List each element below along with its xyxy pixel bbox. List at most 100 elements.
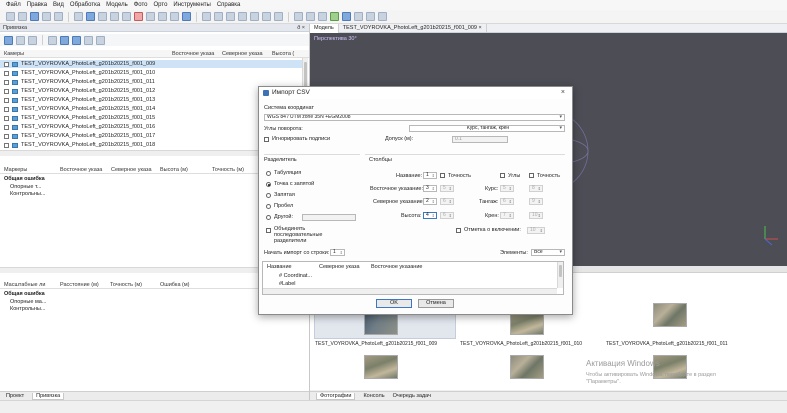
grid-icon[interactable] <box>202 12 211 21</box>
close-icon[interactable]: × <box>561 87 565 99</box>
col-error[interactable]: Ошибка (м) <box>160 281 189 289</box>
camera-checkbox[interactable] <box>4 133 9 139</box>
settings-icon[interactable] <box>84 35 93 45</box>
tab-reference[interactable]: Привязка <box>32 392 65 400</box>
ok-button[interactable]: OK <box>376 299 412 308</box>
north-column-spinner[interactable]: 2 ⇕ <box>423 198 437 205</box>
angles-checkbox[interactable] <box>500 173 505 178</box>
roll-spinner[interactable]: 7 ⇕ <box>500 212 514 219</box>
camera-row[interactable]: TEST_VOYROVKA_PhotoLeft_g201b20215_f001_… <box>0 123 302 131</box>
delimiter-space-radio[interactable] <box>266 204 271 209</box>
camera-checkbox[interactable] <box>4 79 9 85</box>
mesh-icon[interactable] <box>226 12 235 21</box>
enabled-flag-spinner[interactable]: 10 ⇕ <box>527 227 545 234</box>
tools-icon[interactable] <box>96 35 105 45</box>
col-scalebars[interactable]: Масштабные ли <box>4 281 45 289</box>
control-points-item[interactable]: Опорные т... <box>4 184 45 192</box>
camera-row[interactable]: TEST_VOYROVKA_PhotoLeft_g201b20215_f001_… <box>0 96 302 104</box>
tab-photos[interactable]: Фотографии <box>316 392 356 400</box>
view-icon[interactable] <box>342 12 351 21</box>
col-cameras[interactable]: Камеры <box>4 50 24 58</box>
dem-icon[interactable] <box>262 12 271 21</box>
preview-hscrollbar[interactable] <box>263 288 557 294</box>
menu-view[interactable]: Вид <box>53 2 64 8</box>
tab-photo[interactable]: TEST_VOYROVKA_PhotoLeft_g201b20215_f001_… <box>339 23 487 33</box>
texture-icon[interactable] <box>238 12 247 21</box>
col-north[interactable]: Северное указа <box>222 50 263 58</box>
accuracy-checkbox[interactable] <box>440 173 445 178</box>
photo-thumbnail[interactable] <box>653 303 687 327</box>
point-cloud-icon[interactable] <box>214 12 223 21</box>
camera-row[interactable]: TEST_VOYROVKA_PhotoLeft_g201b20215_f001_… <box>0 141 302 149</box>
name-column-spinner[interactable]: 1 ⇕ <box>423 172 437 179</box>
menu-help[interactable]: Справка <box>217 2 241 8</box>
camera-icon[interactable] <box>294 12 303 21</box>
update-icon[interactable] <box>60 35 69 45</box>
check-scalebars-item[interactable]: Контрольны... <box>4 306 46 314</box>
ortho-icon[interactable] <box>274 12 283 21</box>
start-row-spinner[interactable]: 1 ⇕ <box>330 249 345 256</box>
north-accuracy-spinner[interactable]: 6 ⇕ <box>440 198 454 205</box>
undo-icon[interactable] <box>42 12 51 21</box>
camera-checkbox[interactable] <box>4 88 9 94</box>
camera-checkbox[interactable] <box>4 106 9 112</box>
height-column-spinner[interactable]: 4 ⇕ <box>423 212 437 219</box>
convert-icon[interactable] <box>28 35 37 45</box>
view-errors-icon[interactable] <box>72 35 81 45</box>
yaw-spinner[interactable]: 5 ⇕ <box>500 185 514 192</box>
optimize-icon[interactable] <box>48 35 57 45</box>
camera-checkbox[interactable] <box>4 70 9 76</box>
import-icon[interactable] <box>4 35 13 45</box>
menu-ortho[interactable]: Орто <box>154 2 168 8</box>
photo-thumbnail[interactable] <box>510 355 544 379</box>
flag-icon[interactable] <box>366 12 375 21</box>
ruler-icon[interactable] <box>122 12 131 21</box>
camera-row[interactable]: TEST_VOYROVKA_PhotoLeft_g201b20215_f001_… <box>0 114 302 122</box>
menu-workflow[interactable]: Обработка <box>70 2 100 8</box>
close-tab-icon[interactable]: × <box>479 25 482 31</box>
tiled-icon[interactable] <box>250 12 259 21</box>
east-accuracy-spinner[interactable]: 5 ⇕ <box>440 185 454 192</box>
menu-photo[interactable]: Фото <box>134 2 148 8</box>
col-east[interactable]: Восточное указа <box>172 50 214 58</box>
items-select[interactable]: Все ▾ <box>531 249 565 256</box>
ignore-labels-checkbox[interactable] <box>264 137 269 142</box>
col-distance[interactable]: Расстояние (м) <box>60 281 99 289</box>
tolerance-input[interactable]: 0.1 <box>452 136 508 143</box>
camera-row[interactable]: TEST_VOYROVKA_PhotoLeft_g201b20215_f001_… <box>0 105 302 113</box>
enabled-flag-checkbox[interactable] <box>456 228 461 233</box>
redo-icon[interactable] <box>54 12 63 21</box>
region-icon[interactable] <box>330 12 339 21</box>
zoom-out-icon[interactable] <box>170 12 179 21</box>
markers-icon[interactable] <box>318 12 327 21</box>
camera-checkbox[interactable] <box>4 61 9 67</box>
camera-checkbox[interactable] <box>4 124 9 130</box>
menu-file[interactable]: Файл <box>6 2 21 8</box>
camera-row[interactable]: TEST_VOYROVKA_PhotoLeft_g201b20215_f001_… <box>0 78 302 86</box>
col-east[interactable]: Восточное указа <box>60 166 102 174</box>
preview-col-name[interactable]: Название <box>267 264 292 270</box>
delimiter-other-input[interactable] <box>302 214 356 221</box>
check-points-item[interactable]: Контрольны... <box>4 191 45 199</box>
menu-model[interactable]: Модель <box>106 2 128 8</box>
pitch-accuracy-spinner[interactable]: 9 ⇕ <box>529 198 543 205</box>
photo-caption[interactable]: TEST_VOYROVKA_PhotoLeft_g201b20215_f001_… <box>606 341 728 347</box>
total-error-item[interactable]: Общая ошибка <box>4 291 46 299</box>
col-height[interactable]: Высота (м) <box>160 166 188 174</box>
pane-pin-close-icon[interactable]: ð × <box>297 24 305 32</box>
delimiter-other-radio[interactable] <box>266 215 271 220</box>
tab-workspace[interactable]: Проект <box>6 393 24 399</box>
cancel-button[interactable]: Отмена <box>418 299 454 308</box>
export-icon[interactable] <box>16 35 25 45</box>
shapes-icon[interactable] <box>306 12 315 21</box>
delimiter-comma-radio[interactable] <box>266 193 271 198</box>
col-north[interactable]: Северное указа <box>111 166 152 174</box>
pitch-spinner[interactable]: 6 ⇕ <box>500 198 514 205</box>
rotate-icon[interactable] <box>110 12 119 21</box>
crop-icon[interactable] <box>146 12 155 21</box>
photo-caption[interactable]: TEST_VOYROVKA_PhotoLeft_g201b20215_f001_… <box>315 341 437 347</box>
preview-col-east[interactable]: Восточное указание <box>371 264 422 270</box>
tab-jobs[interactable]: Очередь задач <box>393 393 431 399</box>
tab-console[interactable]: Консоль <box>363 393 384 399</box>
reset-view-icon[interactable] <box>354 12 363 21</box>
